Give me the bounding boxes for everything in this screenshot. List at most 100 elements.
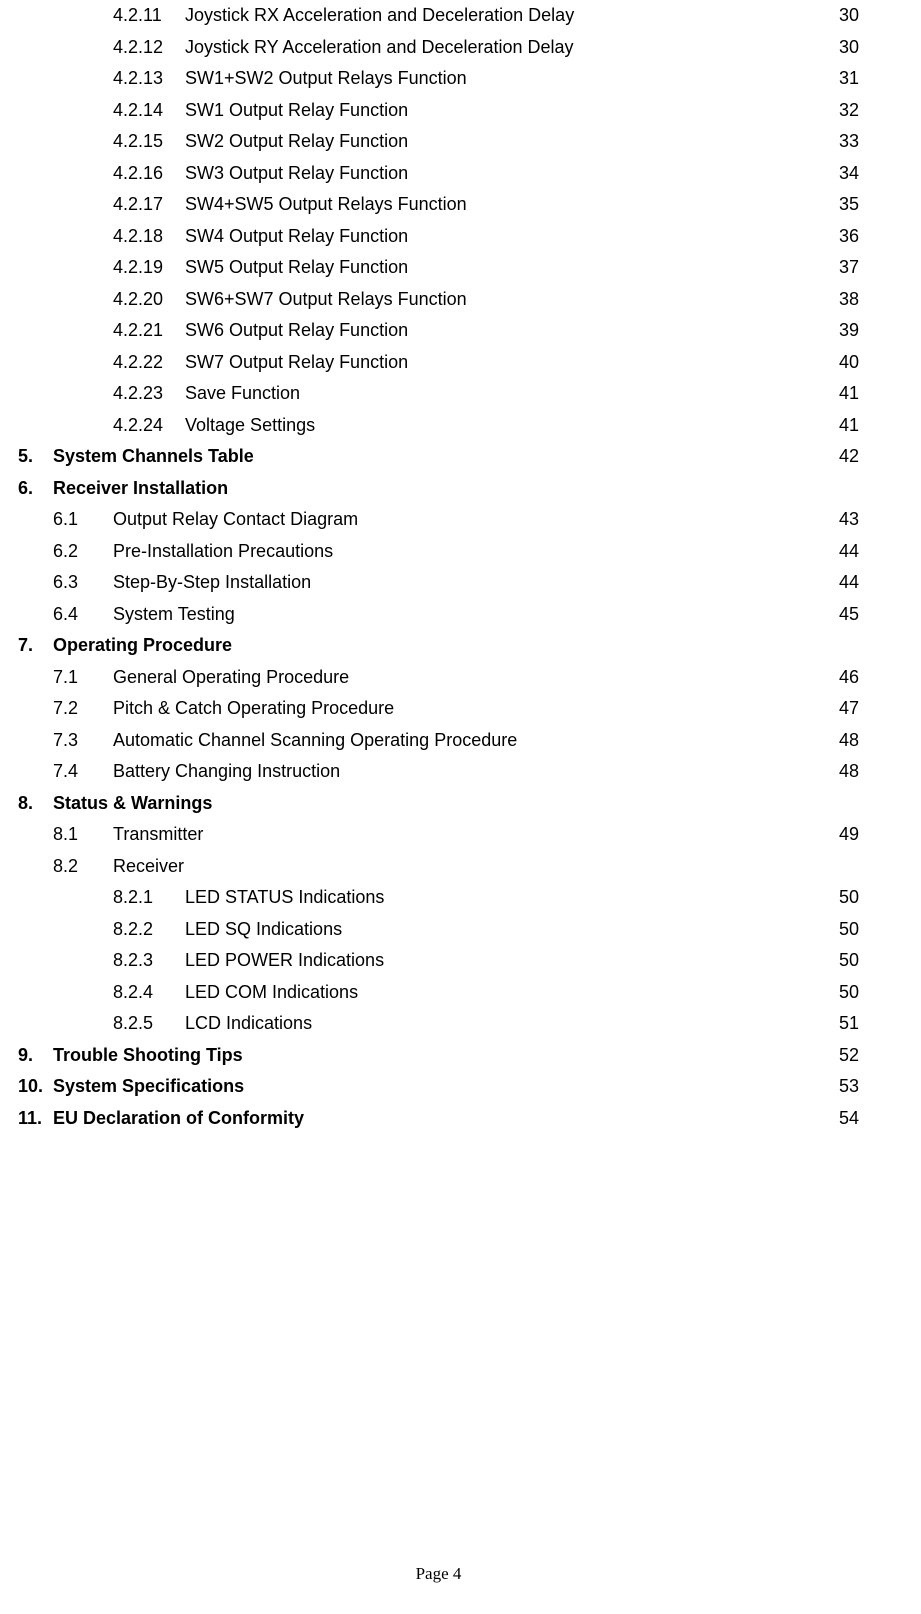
toc-title: LED POWER Indications <box>185 945 829 977</box>
toc-title: Trouble Shooting Tips <box>53 1040 829 1072</box>
toc-row: 6.3Step-By-Step Installation44 <box>18 567 859 599</box>
toc-row: 7.Operating Procedure <box>18 630 859 662</box>
toc-page-number: 50 <box>829 945 859 977</box>
toc-title: Step-By-Step Installation <box>113 567 829 599</box>
toc-row: 8.1Transmitter49 <box>18 819 859 851</box>
toc-page-number: 50 <box>829 914 859 946</box>
toc-title: SW1 Output Relay Function <box>185 95 829 127</box>
toc-title: Receiver <box>113 851 829 883</box>
toc-page-number: 52 <box>829 1040 859 1072</box>
toc-title: Pre-Installation Precautions <box>113 536 829 568</box>
toc-row: 4.2.14SW1 Output Relay Function32 <box>18 95 859 127</box>
toc-row: 8.2.3LED POWER Indications50 <box>18 945 859 977</box>
toc-title: LED COM Indications <box>185 977 829 1009</box>
toc-page-number: 30 <box>829 0 859 32</box>
toc-page-number: 48 <box>829 756 859 788</box>
toc-title: System Specifications <box>53 1071 829 1103</box>
toc-row: 7.1General Operating Procedure46 <box>18 662 859 694</box>
toc-number: 7.3 <box>53 725 113 757</box>
toc-title: Operating Procedure <box>53 630 829 662</box>
toc-row: 7.3Automatic Channel Scanning Operating … <box>18 725 859 757</box>
toc-number: 4.2.21 <box>113 315 185 347</box>
toc-page-number: 47 <box>829 693 859 725</box>
toc-number: 8.2.2 <box>113 914 185 946</box>
toc-row: 6.4System Testing45 <box>18 599 859 631</box>
toc-row: 4.2.18SW4 Output Relay Function36 <box>18 221 859 253</box>
toc-title: SW3 Output Relay Function <box>185 158 829 190</box>
toc-page-number: 48 <box>829 725 859 757</box>
toc-page-number: 50 <box>829 977 859 1009</box>
toc-page-number: 38 <box>829 284 859 316</box>
toc-title: SW2 Output Relay Function <box>185 126 829 158</box>
toc-page: 4.2.11Joystick RX Acceleration and Decel… <box>0 0 921 1614</box>
toc-number: 8.2 <box>53 851 113 883</box>
toc-number: 6.3 <box>53 567 113 599</box>
toc-number: 5. <box>18 441 53 473</box>
toc-number: 4.2.17 <box>113 189 185 221</box>
toc-row: 4.2.19SW5 Output Relay Function37 <box>18 252 859 284</box>
toc-row: 8.Status & Warnings <box>18 788 859 820</box>
toc-title: SW6+SW7 Output Relays Function <box>185 284 829 316</box>
toc-page-number: 45 <box>829 599 859 631</box>
toc-title: EU Declaration of Conformity <box>53 1103 829 1135</box>
toc-number: 7. <box>18 630 53 662</box>
toc-row: 4.2.24Voltage Settings41 <box>18 410 859 442</box>
toc-title: Save Function <box>185 378 829 410</box>
toc-page-number: 42 <box>829 441 859 473</box>
toc-title: SW6 Output Relay Function <box>185 315 829 347</box>
toc-title: Joystick RX Acceleration and Deceleratio… <box>185 0 829 32</box>
toc-title: Automatic Channel Scanning Operating Pro… <box>113 725 829 757</box>
toc-number: 6.4 <box>53 599 113 631</box>
toc-number: 4.2.23 <box>113 378 185 410</box>
toc-number: 8.2.1 <box>113 882 185 914</box>
toc-page-number: 30 <box>829 32 859 64</box>
toc-number: 8. <box>18 788 53 820</box>
toc-row: 10.System Specifications53 <box>18 1071 859 1103</box>
toc-page-number: 33 <box>829 126 859 158</box>
toc-title: System Testing <box>113 599 829 631</box>
toc-number: 4.2.24 <box>113 410 185 442</box>
toc-title: SW5 Output Relay Function <box>185 252 829 284</box>
toc-title: SW4+SW5 Output Relays Function <box>185 189 829 221</box>
toc-number: 10. <box>18 1071 53 1103</box>
toc-title: LCD Indications <box>185 1008 829 1040</box>
toc-page-number: 51 <box>829 1008 859 1040</box>
toc-number: 7.4 <box>53 756 113 788</box>
toc-row: 4.2.16SW3 Output Relay Function34 <box>18 158 859 190</box>
toc-number: 8.2.3 <box>113 945 185 977</box>
toc-row: 8.2Receiver <box>18 851 859 883</box>
toc-number: 8.2.4 <box>113 977 185 1009</box>
toc-number: 4.2.13 <box>113 63 185 95</box>
toc-page-number: 50 <box>829 882 859 914</box>
toc-title: LED SQ Indications <box>185 914 829 946</box>
toc-title: General Operating Procedure <box>113 662 829 694</box>
toc-page-number: 49 <box>829 819 859 851</box>
toc-row: 4.2.13SW1+SW2 Output Relays Function31 <box>18 63 859 95</box>
toc-page-number: 53 <box>829 1071 859 1103</box>
toc-row: 4.2.12Joystick RY Acceleration and Decel… <box>18 32 859 64</box>
toc-page-number: 41 <box>829 378 859 410</box>
toc-row: 8.2.1LED STATUS Indications50 <box>18 882 859 914</box>
toc-title: SW4 Output Relay Function <box>185 221 829 253</box>
toc-list: 4.2.11Joystick RX Acceleration and Decel… <box>18 0 859 1134</box>
toc-title: Receiver Installation <box>53 473 829 505</box>
toc-page-number: 54 <box>829 1103 859 1135</box>
toc-page-number: 31 <box>829 63 859 95</box>
toc-title: Pitch & Catch Operating Procedure <box>113 693 829 725</box>
toc-page-number: 46 <box>829 662 859 694</box>
toc-page-number: 37 <box>829 252 859 284</box>
toc-row: 6.Receiver Installation <box>18 473 859 505</box>
page-footer: Page 4 <box>18 1564 859 1614</box>
toc-page-number: 43 <box>829 504 859 536</box>
toc-title: Joystick RY Acceleration and Deceleratio… <box>185 32 829 64</box>
toc-title: LED STATUS Indications <box>185 882 829 914</box>
toc-title: Battery Changing Instruction <box>113 756 829 788</box>
toc-number: 6.1 <box>53 504 113 536</box>
toc-row: 4.2.20SW6+SW7 Output Relays Function38 <box>18 284 859 316</box>
toc-row: 9.Trouble Shooting Tips52 <box>18 1040 859 1072</box>
toc-title: SW7 Output Relay Function <box>185 347 829 379</box>
toc-row: 8.2.2LED SQ Indications50 <box>18 914 859 946</box>
toc-row: 4.2.22SW7 Output Relay Function40 <box>18 347 859 379</box>
toc-title: System Channels Table <box>53 441 829 473</box>
toc-number: 4.2.19 <box>113 252 185 284</box>
